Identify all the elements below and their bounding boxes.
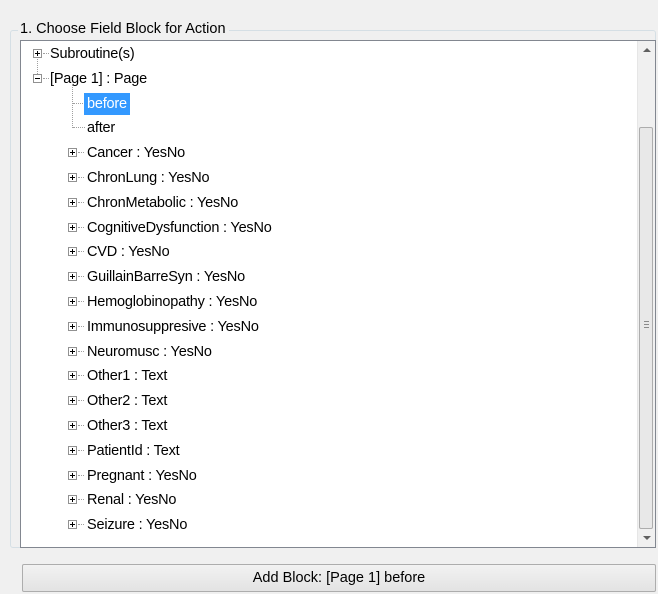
tree-node-child[interactable]: Other3 : Text: [21, 414, 621, 438]
tree-node-label: ChronMetabolic : YesNo: [87, 194, 239, 211]
tree-node-child[interactable]: CognitiveDysfunction : YesNo: [21, 216, 621, 240]
tree-node-label: Neuromusc : YesNo: [87, 343, 212, 360]
tree-node-child[interactable]: GuillainBarreSyn : YesNo: [21, 265, 621, 289]
tree-node-label: PatientId : Text: [87, 442, 180, 459]
tree-node-subroutines[interactable]: Subroutine(s): [21, 42, 621, 66]
tree-node-child[interactable]: Pregnant : YesNo: [21, 464, 621, 488]
tree-node-child[interactable]: Seizure : YesNo: [21, 513, 621, 537]
tree-node-child[interactable]: ChronLung : YesNo: [21, 166, 621, 190]
tree-connector: [37, 59, 39, 74]
field-block-tree[interactable]: Subroutine(s) [Page 1] : Page before after C…: [20, 40, 656, 548]
tree-node-label: GuillainBarreSyn : YesNo: [87, 269, 246, 286]
add-block-button[interactable]: Add Block: [Page 1] before: [22, 564, 656, 592]
tree-node-label: Other3 : Text: [87, 418, 168, 434]
tree-node-label: Renal : YesNo: [87, 492, 177, 509]
scroll-up-button[interactable]: [638, 41, 655, 58]
tree-node-label: CognitiveDysfunction : YesNo: [87, 219, 272, 236]
tree-node-child[interactable]: Immunosuppresive : YesNo: [21, 315, 621, 339]
tree-node-child[interactable]: Neuromusc : YesNo: [21, 340, 621, 364]
tree-node-child[interactable]: ChronMetabolic : YesNo: [21, 191, 621, 215]
tree-node-label: after: [87, 120, 116, 137]
tree-node-label: CVD : YesNo: [87, 244, 170, 261]
scroll-thumb[interactable]: [639, 127, 653, 529]
tree-node-label: Other2 : Text: [87, 393, 168, 410]
tree-node-child[interactable]: Other1 : Text: [21, 364, 621, 388]
tree-node-label: Immunosuppresive : YesNo: [87, 318, 259, 335]
tree-node-child[interactable]: after: [21, 116, 621, 140]
tree-node-child[interactable]: PatientId : Text: [21, 439, 621, 463]
tree-node-label: Hemoglobinopathy : YesNo: [87, 294, 258, 310]
tree-node-label: Cancer : YesNo: [87, 145, 185, 162]
tree-node-label: Pregnant : YesNo: [87, 467, 197, 484]
tree-node-label: before: [84, 92, 130, 115]
tree-connector: [72, 83, 74, 129]
tree-node-child[interactable]: Cancer : YesNo: [21, 141, 621, 165]
tree-node-child[interactable]: Hemoglobinopathy : YesNo: [21, 290, 621, 314]
tree-node-child[interactable]: Other2 : Text: [21, 389, 621, 413]
tree-node-label: Seizure : YesNo: [87, 517, 188, 534]
tree-node-child[interactable]: Renal : YesNo: [21, 488, 621, 512]
scroll-down-button[interactable]: [638, 530, 655, 547]
grip-line: [644, 321, 649, 322]
tree-node-label: [Page 1] : Page: [50, 70, 147, 87]
groupbox-title: 1. Choose Field Block for Action: [18, 20, 229, 38]
tree-node-child[interactable]: CVD : YesNo: [21, 240, 621, 264]
grip-line: [644, 327, 649, 328]
tree-node-label: Subroutine(s): [50, 46, 135, 62]
tree-node-label: Other1 : Text: [87, 368, 168, 385]
grip-line: [644, 324, 649, 325]
tree-node-child[interactable]: before: [21, 92, 621, 116]
tree-content: Subroutine(s) [Page 1] : Page before after C…: [21, 41, 638, 547]
arrow-down-icon: [643, 536, 651, 540]
tree-node-page-1[interactable]: [Page 1] : Page: [21, 67, 621, 91]
tree-node-label: ChronLung : YesNo: [87, 170, 210, 186]
vertical-scrollbar[interactable]: [637, 41, 655, 547]
arrow-up-icon: [643, 48, 651, 52]
